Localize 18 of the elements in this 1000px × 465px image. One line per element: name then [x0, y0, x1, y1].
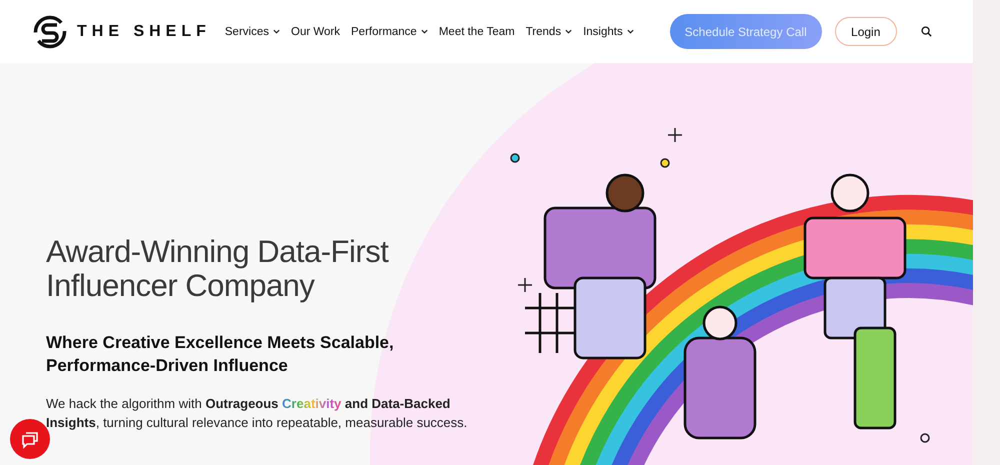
- nav-link[interactable]: Meet the Team: [438, 26, 515, 38]
- search-icon[interactable]: [920, 26, 932, 37]
- headline: Award-Winning Data-First Influencer Company: [46, 235, 390, 303]
- logo-text[interactable]: THE SHELF: [77, 22, 211, 40]
- nav-link[interactable]: Our Work: [291, 26, 340, 38]
- chat-icon: [20, 429, 40, 449]
- chevron-icon: [565, 29, 572, 34]
- chevron-icon: [273, 29, 280, 34]
- nav-link[interactable]: Trends: [526, 26, 572, 38]
- subheadline: Where Creative Excellence Meets Scalable, Performance-Driven Influence: [46, 332, 395, 377]
- intro-paragraph: We hack the algorithm with Outrageous Creativity and Data-Backed Insights, turning cultural relevance into repeatable, measurable success.: [46, 395, 468, 432]
- logo-icon: [33, 14, 67, 48]
- login-button[interactable]: Login: [834, 17, 897, 46]
- chevron-icon: [626, 29, 634, 34]
- nav-link[interactable]: Services: [224, 26, 280, 38]
- nav-link[interactable]: Insights: [583, 26, 634, 38]
- nav-link[interactable]: Performance: [351, 26, 428, 38]
- chevron-icon: [420, 29, 428, 34]
